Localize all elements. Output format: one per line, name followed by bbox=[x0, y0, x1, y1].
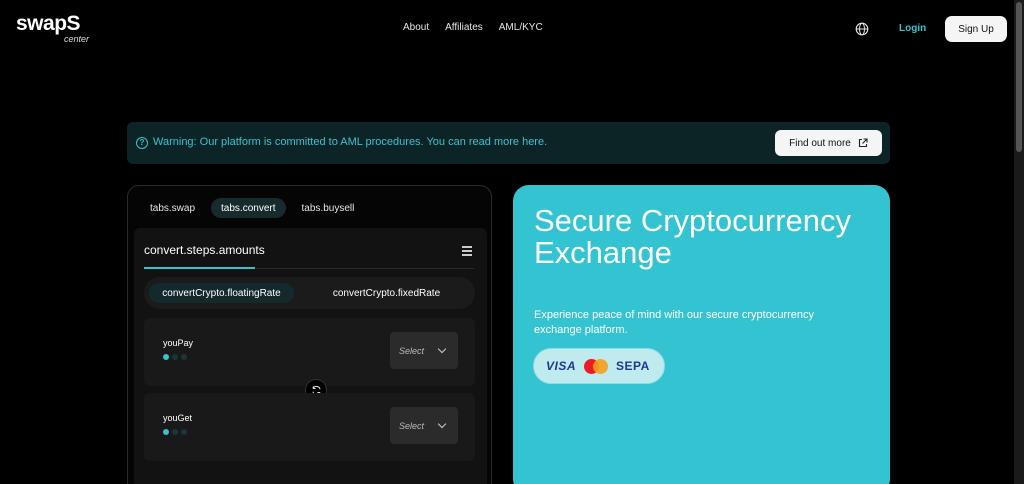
aml-warning-banner: ? Warning: Our platform is committed to … bbox=[127, 122, 890, 164]
hero-subtitle: Experience peace of mind with our secure… bbox=[534, 309, 815, 336]
warning-text[interactable]: Warning: Our platform is committed to AM… bbox=[153, 136, 547, 148]
find-out-more-button[interactable]: Find out more bbox=[775, 130, 882, 156]
logo-main-text: swapS bbox=[16, 12, 81, 35]
loading-dots bbox=[163, 429, 187, 435]
you-pay-currency-select[interactable]: Select bbox=[390, 332, 458, 369]
floating-rate-option[interactable]: convertCrypto.floatingRate bbox=[149, 283, 294, 303]
loading-dots bbox=[163, 354, 187, 360]
menu-icon[interactable] bbox=[462, 246, 472, 256]
scrollbar-thumb[interactable] bbox=[1016, 2, 1022, 152]
page-scrollbar[interactable] bbox=[1014, 0, 1024, 484]
sepa-logo: SEPA bbox=[616, 359, 650, 373]
you-pay-label: youPay bbox=[163, 338, 194, 348]
converter-tabs: tabs.swap tabs.convert tabs.buysell bbox=[140, 198, 364, 218]
you-pay-field: youPay Select bbox=[144, 318, 475, 386]
find-out-more-label: Find out more bbox=[789, 137, 851, 149]
external-link-icon bbox=[858, 138, 868, 148]
site-logo[interactable]: swapS center bbox=[16, 12, 89, 44]
mastercard-icon bbox=[584, 358, 609, 374]
globe-icon[interactable] bbox=[855, 22, 869, 36]
you-get-currency-select[interactable]: Select bbox=[390, 407, 458, 444]
convert-form: convert.steps.amounts convertCrypto.floa… bbox=[134, 228, 487, 484]
visa-logo: VISA bbox=[546, 359, 577, 373]
login-link[interactable]: Login bbox=[899, 23, 926, 34]
nav-aml-kyc[interactable]: AML/KYC bbox=[499, 22, 543, 33]
hero-card: Secure Cryptocurrency Exchange Experienc… bbox=[513, 185, 890, 484]
you-get-label: youGet bbox=[163, 413, 193, 423]
help-circle-icon: ? bbox=[136, 137, 148, 149]
select-placeholder: Select bbox=[399, 420, 425, 431]
tab-swap[interactable]: tabs.swap bbox=[140, 198, 205, 218]
site-header: swapS center About Affiliates AML/KYC Lo… bbox=[0, 0, 1014, 58]
step-underline bbox=[144, 267, 255, 269]
select-placeholder: Select bbox=[399, 345, 425, 356]
converter-panel: tabs.swap tabs.convert tabs.buysell conv… bbox=[127, 185, 492, 484]
step-title[interactable]: convert.steps.amounts bbox=[144, 243, 265, 257]
chevron-down-icon bbox=[437, 419, 447, 429]
logo-sub-text: center bbox=[64, 34, 90, 44]
tab-buysell[interactable]: tabs.buysell bbox=[292, 198, 365, 218]
chevron-down-icon bbox=[437, 344, 447, 354]
main-nav: About Affiliates AML/KYC bbox=[403, 22, 543, 33]
hero-title: Secure Cryptocurrency Exchange bbox=[534, 203, 852, 270]
rate-toggle: convertCrypto.floatingRate convertCrypto… bbox=[144, 277, 475, 309]
you-get-field: youGet Select bbox=[144, 393, 475, 461]
sign-up-button[interactable]: Sign Up bbox=[945, 16, 1007, 42]
tab-convert[interactable]: tabs.convert bbox=[211, 198, 286, 218]
nav-affiliates[interactable]: Affiliates bbox=[445, 22, 483, 33]
nav-about[interactable]: About bbox=[403, 22, 429, 33]
fixed-rate-option[interactable]: convertCrypto.fixedRate bbox=[314, 283, 459, 303]
payment-methods-badge: VISA SEPA bbox=[533, 348, 665, 384]
